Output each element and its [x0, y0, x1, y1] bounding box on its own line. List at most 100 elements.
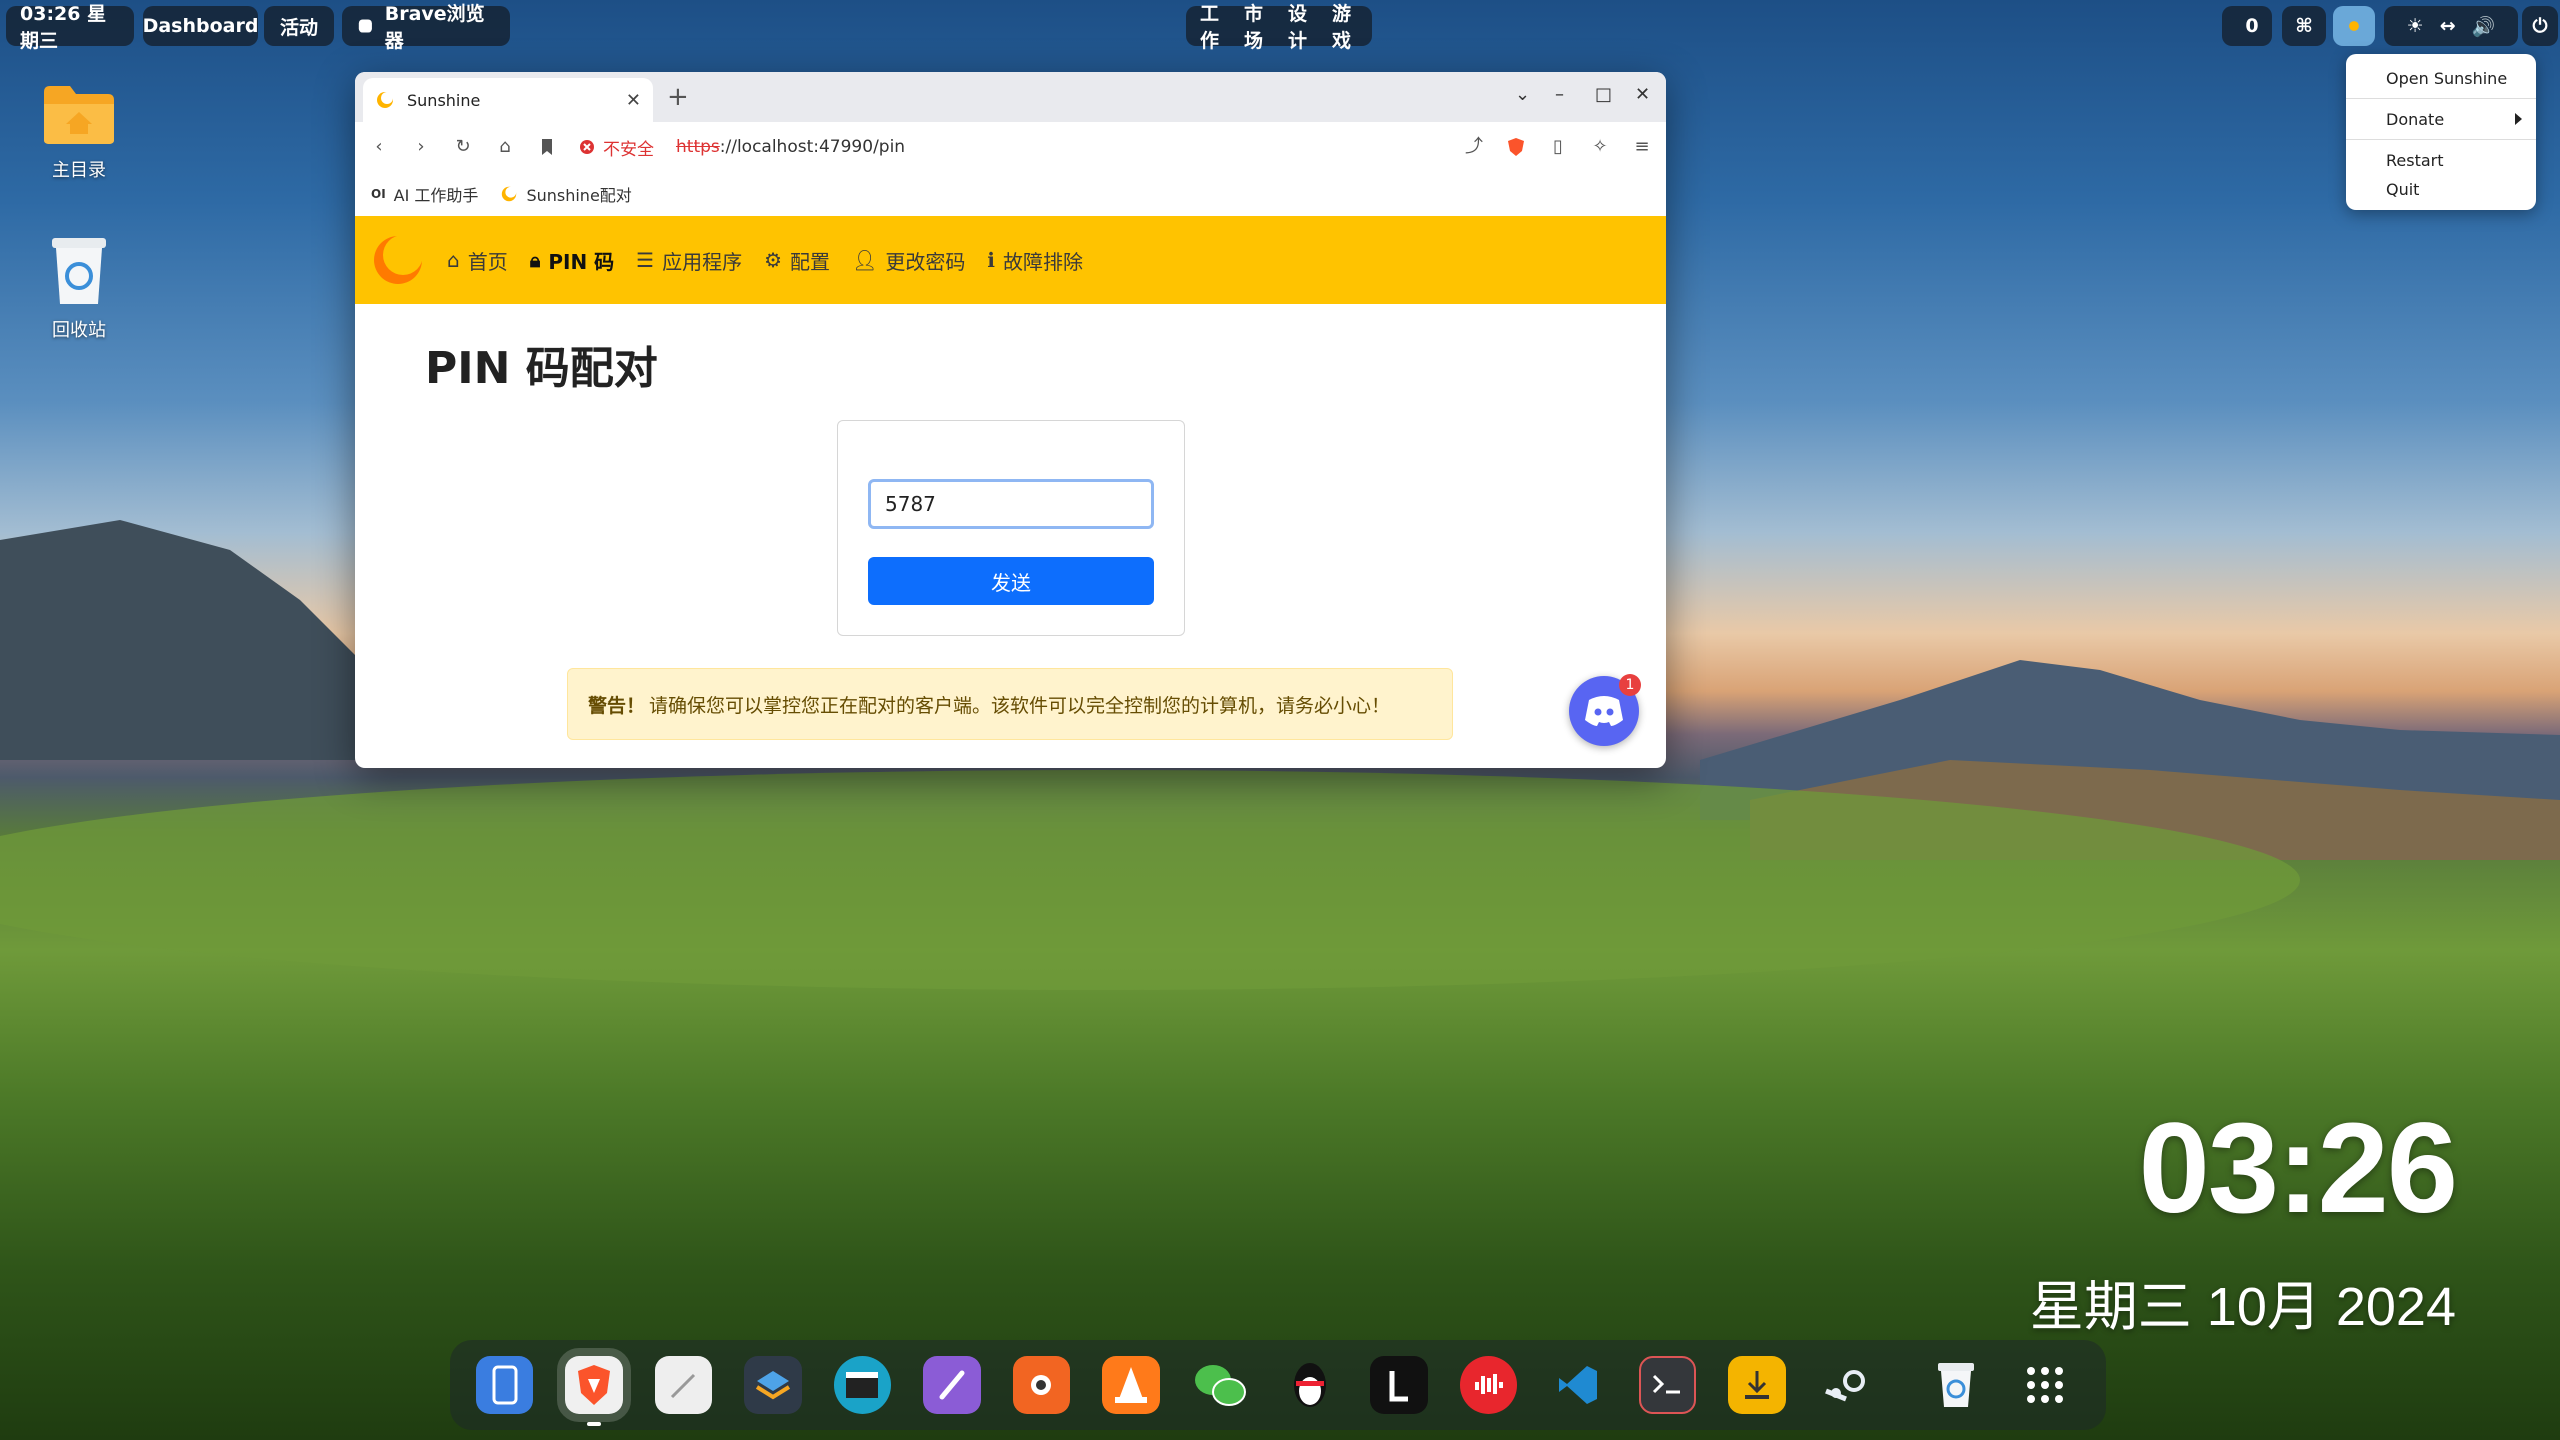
bookmark-ai-label: AI 工作助手 — [393, 186, 479, 205]
bookmarks-bar: OI AI 工作助手 Sunshine配对 — [355, 172, 1666, 216]
system-tray[interactable]: ☀ ↔ 🔊 — [2384, 6, 2518, 46]
address-bar: ‹ › ↻ ⌂ 不安全 https://localhost:47990/pin … — [355, 122, 1666, 172]
command-icon: ⌘ — [2295, 15, 2313, 37]
tab-close-icon[interactable]: ✕ — [626, 90, 641, 111]
steam-icon[interactable] — [1818, 1356, 1875, 1414]
video-editor-icon[interactable] — [833, 1356, 892, 1414]
tab-sunshine[interactable]: Sunshine ✕ — [363, 78, 653, 122]
nav-password[interactable]: 👤︎ 更改密码 — [852, 246, 965, 275]
nav-troubleshoot-label: 故障排除 — [1003, 249, 1084, 274]
bookmark-icon[interactable] — [537, 137, 557, 157]
dashboard-button[interactable]: Dashboard — [143, 6, 258, 46]
volume-icon: 🔊 — [2471, 15, 2496, 38]
new-tab-button[interactable]: + — [667, 82, 689, 112]
reload-icon[interactable]: ↻ — [453, 137, 473, 157]
url-field[interactable]: https://localhost:47990/pin — [676, 137, 905, 157]
nav-pin[interactable]: 🔒︎ PIN 码 — [530, 246, 614, 275]
download-glyph-icon — [1744, 1371, 1769, 1399]
desktop-icon-trash[interactable]: 回收站 — [24, 236, 134, 342]
app-grid-icon[interactable] — [2016, 1356, 2073, 1414]
home-icon[interactable]: ⌂ — [495, 137, 515, 157]
menu-open-sunshine[interactable]: Open Sunshine — [2346, 62, 2536, 94]
discord-button[interactable]: 1 — [1569, 674, 1641, 746]
focused-app-button[interactable]: Brave浏览器 — [342, 3, 510, 52]
qq-icon[interactable] — [1281, 1356, 1338, 1414]
menu-donate[interactable]: Donate — [2346, 103, 2536, 135]
brave-shields-icon[interactable] — [1506, 137, 1526, 157]
share-icon[interactable]: ⤴ — [1464, 137, 1484, 157]
tab-list-chevron-icon[interactable]: ⌄ — [1515, 84, 1530, 105]
brush-glyph-icon — [939, 1370, 965, 1400]
menu-separator — [2346, 98, 2536, 99]
desktop-icon-home[interactable]: 主目录 — [24, 84, 134, 182]
back-icon[interactable]: ‹ — [369, 137, 389, 157]
vlc-icon[interactable] — [1102, 1356, 1160, 1414]
browser-window: Sunshine ✕ + ⌄ – □ ✕ ‹ › ↻ ⌂ 不安全 https:/… — [355, 72, 1666, 768]
forward-icon[interactable]: › — [411, 137, 431, 157]
nav-apps[interactable]: ☰ 应用程序 — [636, 246, 742, 275]
layers-icon[interactable] — [744, 1356, 802, 1414]
dock — [450, 1340, 2106, 1430]
tab-title: Sunshine — [407, 90, 481, 110]
music-icon[interactable] — [1459, 1356, 1518, 1414]
text-editor-icon[interactable] — [654, 1356, 713, 1414]
workspace-work[interactable]: 工作 — [1200, 0, 1226, 53]
bookmark-sunshine-pair[interactable]: Sunshine配对 — [500, 182, 632, 206]
files-icon[interactable] — [476, 1356, 534, 1414]
activities-button[interactable]: 活动 — [264, 6, 334, 46]
menu-icon[interactable]: ≡ — [1632, 137, 1652, 157]
send-button[interactable]: 发送 — [868, 557, 1154, 605]
power-icon: ⏻ — [2532, 15, 2548, 37]
dashboard-label: Dashboard — [142, 15, 259, 37]
list-icon: ☰ — [636, 248, 655, 272]
workspace-games[interactable]: 游戏 — [1332, 0, 1358, 53]
sunshine-tray-menu: Open Sunshine Donate Restart Quit — [2346, 54, 2536, 210]
trash-glyph-icon — [1937, 1363, 1974, 1407]
security-indicator[interactable]: 不安全 — [579, 135, 654, 160]
workspace-market[interactable]: 市场 — [1244, 0, 1270, 53]
trash-icon[interactable] — [1927, 1356, 1984, 1414]
terminal-icon[interactable] — [1638, 1356, 1697, 1414]
vscode-glyph-icon — [1558, 1366, 1597, 1404]
bookmark-ai-assistant[interactable]: OI AI 工作助手 — [371, 182, 478, 206]
panel-clock-label: 03:26 星期三 — [20, 3, 107, 52]
minimize-button[interactable]: – — [1555, 84, 1564, 105]
menu-quit[interactable]: Quit — [2346, 176, 2536, 202]
paint-icon[interactable] — [923, 1356, 981, 1414]
power-button[interactable]: ⏻ — [2522, 6, 2558, 46]
screenshot-icon[interactable] — [1012, 1356, 1071, 1414]
sidebar-icon[interactable]: ▯ — [1548, 137, 1568, 157]
nav-home[interactable]: ⌂ 首页 — [447, 246, 508, 275]
workspace-design[interactable]: 设计 — [1288, 0, 1314, 53]
vscode-icon[interactable] — [1549, 1356, 1606, 1414]
nav-pin-label: PIN 码 — [548, 249, 615, 274]
lark-icon[interactable] — [1370, 1356, 1428, 1414]
close-window-button[interactable]: ✕ — [1635, 84, 1650, 105]
wechat-icon[interactable] — [1192, 1356, 1249, 1414]
sunshine-logo-icon[interactable] — [371, 233, 425, 287]
nav-config[interactable]: ⚙ 配置 — [764, 246, 830, 275]
panel-clock[interactable]: 03:26 星期三 — [6, 3, 134, 52]
menu-restart[interactable]: Restart — [2346, 144, 2536, 176]
nav-password-label: 更改密码 — [885, 249, 966, 274]
installer-icon[interactable] — [1728, 1356, 1786, 1414]
workspace-switcher: 工作 市场 设计 游戏 — [1186, 3, 1372, 52]
wechat-glyph-icon — [1195, 1365, 1247, 1406]
sunshine-tray-button[interactable] — [2333, 6, 2375, 46]
insecure-icon — [580, 140, 594, 154]
lock-icon: 🔒︎ — [529, 248, 541, 272]
steam-glyph-icon — [1825, 1370, 1866, 1402]
camera-glyph-icon — [1031, 1375, 1052, 1395]
bookmark-sunshine-label: Sunshine配对 — [526, 186, 632, 205]
maximize-button[interactable]: □ — [1595, 84, 1612, 105]
brave-icon[interactable] — [557, 1348, 631, 1426]
notification-indicator[interactable]: 0 — [2222, 6, 2272, 46]
pencil-glyph-icon — [670, 1373, 695, 1399]
desktop-icon-home-label: 主目录 — [52, 160, 106, 181]
nav-home-label: 首页 — [467, 249, 508, 274]
pin-input[interactable] — [868, 479, 1154, 529]
command-button[interactable]: ⌘ — [2282, 6, 2326, 46]
nav-troubleshoot[interactable]: ℹ 故障排除 — [987, 246, 1083, 275]
prompt-glyph-icon — [1653, 1374, 1681, 1394]
leo-ai-icon[interactable]: ✧ — [1590, 137, 1610, 157]
